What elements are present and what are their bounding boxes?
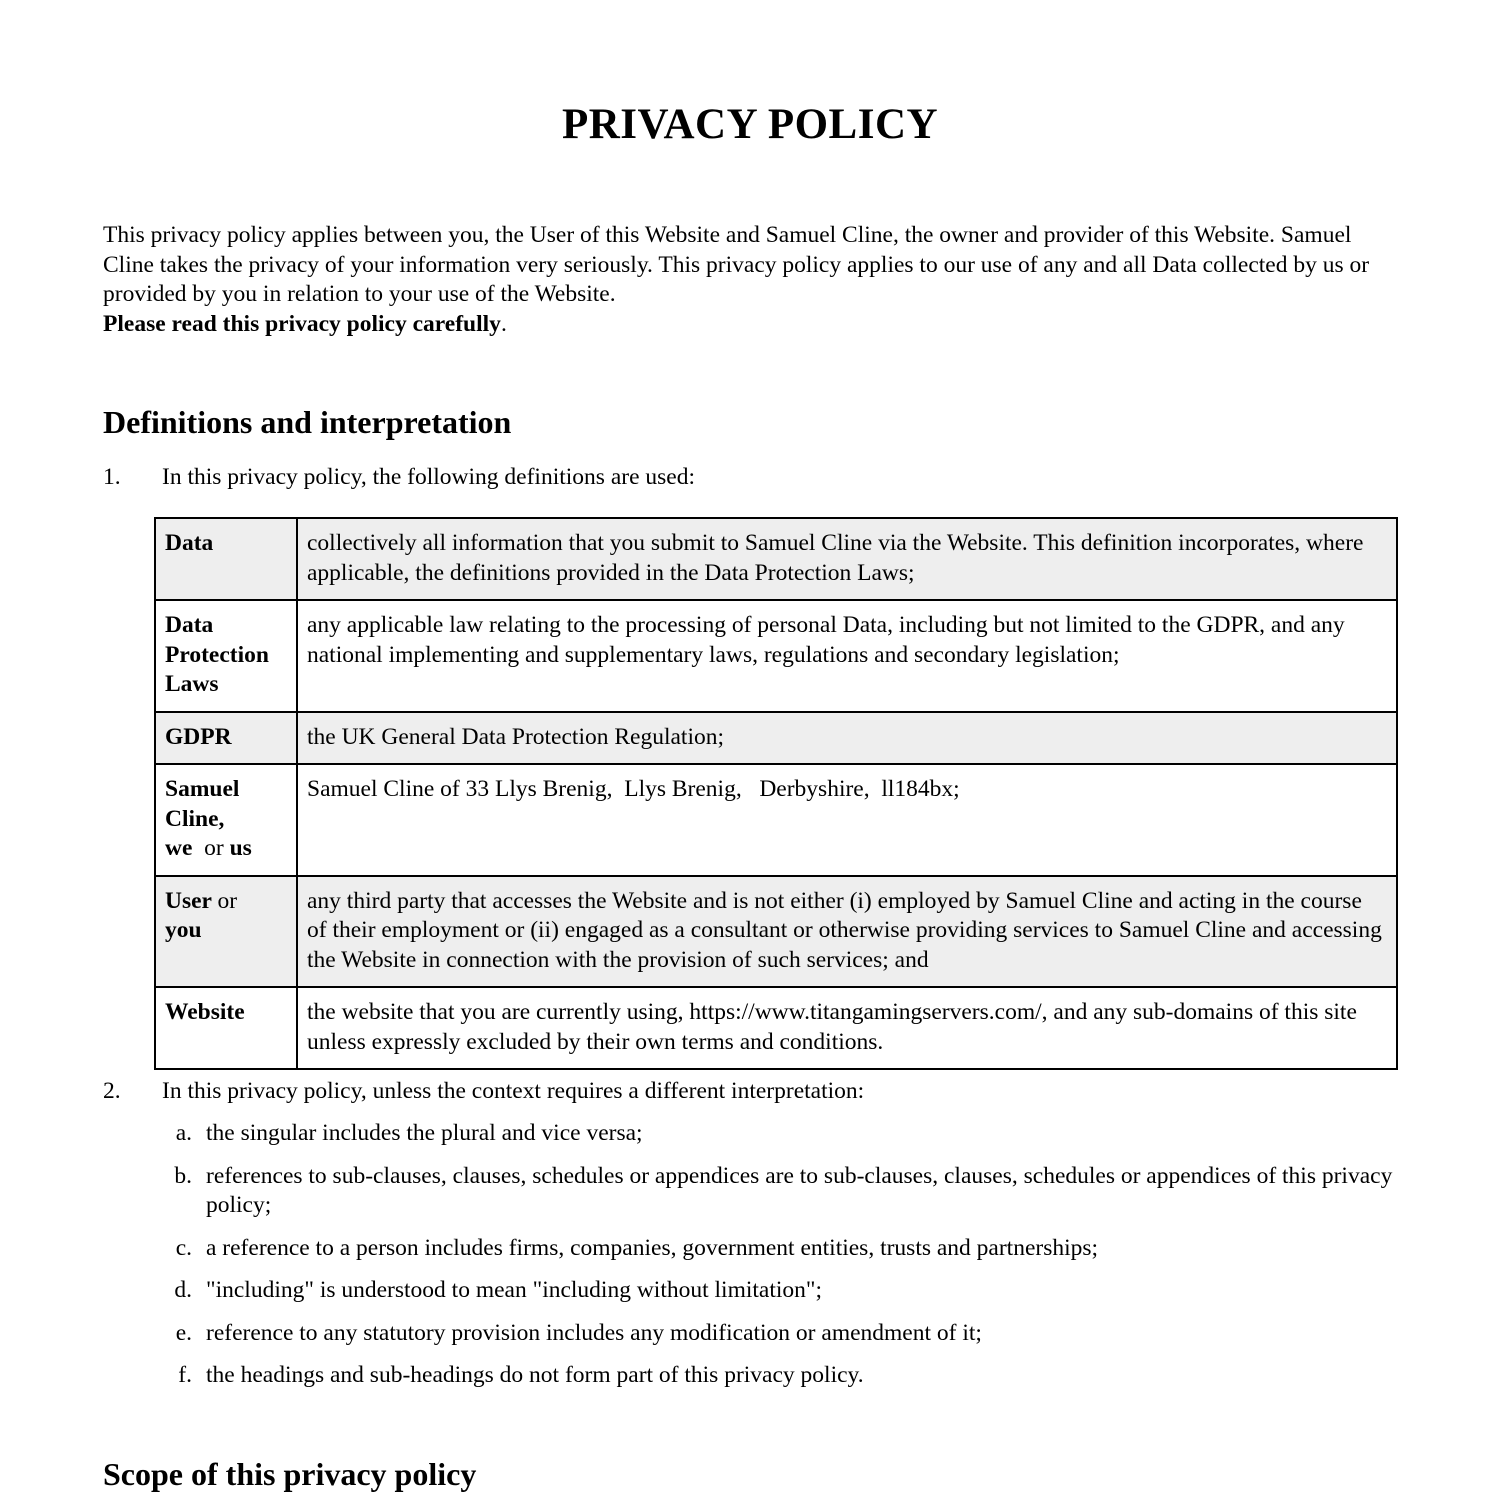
- list-item: d. "including" is understood to mean "inc…: [160, 1276, 1400, 1306]
- definition-text: the website that you are currently using…: [296, 986, 1398, 1070]
- term-part: us: [229, 835, 252, 861]
- item-text: "including" is understood to mean "inclu…: [206, 1277, 823, 1303]
- definition-text: any applicable law relating to the proce…: [296, 599, 1398, 713]
- item-text: the singular includes the plural and vic…: [206, 1120, 643, 1146]
- term-connector: or: [204, 835, 224, 861]
- item-letter: e.: [175, 1319, 192, 1346]
- clause-number: 2.: [103, 1078, 121, 1104]
- definition-text: any third party that accesses the Websit…: [296, 874, 1398, 988]
- page-title: PRIVACY POLICY: [561, 101, 939, 148]
- definition-text: the UK General Data Protection Regulatio…: [296, 710, 1398, 765]
- definition-row: Website the website that you are current…: [154, 986, 1398, 1070]
- definition-row: Samuel Cline, we or us Samuel Cline of 33…: [154, 763, 1398, 877]
- definition-term: Data: [154, 517, 298, 601]
- item-text: reference to any statutory provision inc…: [206, 1319, 982, 1346]
- term-part: you: [165, 917, 202, 943]
- term-part: User: [165, 887, 212, 914]
- list-item: c. a reference to a person includes firms…: [160, 1234, 1400, 1264]
- list-item: f. the headings and sub-headings do not f…: [160, 1361, 1400, 1391]
- clause-text: In this privacy policy, the following de…: [162, 464, 695, 490]
- definition-term: Data Protection Laws: [154, 599, 298, 713]
- item-letter: b.: [174, 1162, 192, 1189]
- definition-term: Samuel Cline, we or us: [154, 763, 298, 877]
- definition-term: User or you: [154, 874, 298, 988]
- item-letter: a.: [175, 1120, 192, 1146]
- definitions-table: Data collectively all information that y…: [154, 517, 1398, 1070]
- item-text: a reference to a person includes firms, …: [206, 1234, 1099, 1261]
- list-item: a. the singular includes the plural and v…: [160, 1119, 1400, 1149]
- clause-2: 2. In this privacy policy, unless the con…: [103, 1077, 1403, 1107]
- item-text: the headings and sub-headings do not for…: [206, 1362, 864, 1388]
- clause-text: In this privacy policy, unless the conte…: [162, 1078, 865, 1104]
- item-text: references to sub-clauses, clauses, sche…: [206, 1162, 1393, 1219]
- section-heading-scope: Scope of this privacy policy: [103, 1456, 477, 1492]
- intro-paragraph: This privacy policy applies between you,…: [103, 221, 1393, 339]
- section-heading-definitions: Definitions and interpretation: [103, 404, 512, 440]
- definition-row: Data Protection Laws any applicable law …: [154, 599, 1398, 713]
- item-letter: f.: [178, 1362, 192, 1388]
- clause-1: 1. In this privacy policy, the following …: [103, 463, 1403, 493]
- intro-emphasis-suffix: .: [500, 310, 507, 337]
- clause-number: 1.: [103, 464, 121, 490]
- definition-text: collectively all information that you su…: [296, 517, 1398, 601]
- term-connector: or: [217, 887, 238, 914]
- interpretation-list: a. the singular includes the plural and v…: [160, 1119, 1400, 1404]
- term-part: Samuel Cline,: [165, 776, 240, 832]
- intro-text: This privacy policy applies between you,…: [103, 222, 1370, 307]
- intro-emphasis: Please read this privacy policy carefull…: [103, 310, 501, 337]
- definition-row: User or you any third party that accesses…: [154, 874, 1398, 988]
- item-letter: c.: [175, 1234, 192, 1261]
- definition-row: Data collectively all information that y…: [154, 517, 1398, 601]
- definition-row: GDPR the UK General Data Protection Regu…: [154, 710, 1398, 765]
- list-item: b. references to sub-clauses, clauses, sc…: [160, 1162, 1400, 1221]
- definition-term: GDPR: [154, 710, 298, 765]
- definition-term: Website: [154, 986, 298, 1070]
- list-item: e. reference to any statutory provision i…: [160, 1319, 1400, 1349]
- term-part: we: [165, 835, 193, 861]
- item-letter: d.: [174, 1277, 192, 1303]
- definition-text: Samuel Cline of 33 Llys Brenig, Llys Bre…: [296, 763, 1398, 877]
